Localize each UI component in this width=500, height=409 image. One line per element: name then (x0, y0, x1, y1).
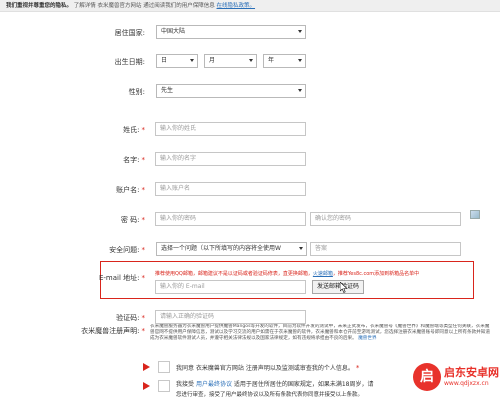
gender-label: 性别: (128, 88, 145, 96)
chevron-down-icon (298, 89, 302, 92)
email-input[interactable]: 输入你的 E-mail (155, 280, 306, 294)
chevron-down-icon (299, 247, 303, 250)
account-label: 账户名: * (116, 186, 145, 194)
country-select[interactable]: 中国大陆 (156, 25, 306, 39)
account-input[interactable]: 输入账户名 (155, 182, 306, 196)
terms-label: 衣米魔兽注册声明: * (81, 327, 145, 335)
privacy-notice-text: 了解详情 衣米魔兽官方网站 通过阅读我们的用户保障信息 (73, 3, 215, 9)
agree-statement-text: 我同意 衣米魔兽官方网站 注册声明以及监测或审查我的个人信息。 * (176, 364, 360, 372)
send-verification-code-button[interactable]: 发送邮箱验证码 (312, 280, 364, 294)
email-label: E-mail 地址: * (98, 274, 145, 282)
gender-select[interactable]: 先生 (156, 84, 306, 98)
chevron-down-icon (298, 59, 302, 62)
terms-statement-text: 衣米魔兽服务器为衣米魔兽用户提供魔兽Mangos等开发的软件，目前为软件开发的测… (150, 324, 490, 341)
country-label: 居住国家: (114, 29, 145, 37)
email-warning-text: 推荐使用QQ邮箱，邮箱建议不是以证码或者验证码修表，直更换邮箱，火速邮箱，推荐Y… (155, 271, 420, 277)
password-label: 密 码: * (120, 216, 145, 224)
verify-code-label: 验证码: * (116, 314, 145, 322)
chevron-down-icon (249, 59, 253, 62)
watermark-logo-icon: 启 (413, 363, 441, 391)
security-answer-input[interactable]: 答案 (310, 242, 461, 256)
accept-eula-text: 我接受 用户最终协议 适用于居住所居住的国家规定，如果未满18周岁，请 (176, 381, 374, 388)
privacy-notice-bar: 我们重视并尊重您的隐私。 了解详情 衣米魔兽官方网站 通过阅读我们的用户保障信息… (0, 0, 500, 12)
terms-warcraft-link[interactable]: 魔兽世界 (358, 336, 376, 341)
accept-eula-text-line2: 您进行审查，接受了用户最终协议以及所有条款代表你同意并接受以上条款。 (176, 392, 364, 398)
arrow-right-icon (143, 382, 150, 390)
surname-input[interactable]: 输入你的姓氏 (155, 122, 306, 136)
mouse-cursor-icon (340, 282, 348, 293)
birth-year-select[interactable]: 年 (263, 54, 306, 68)
firstname-label: 名字: * (123, 156, 145, 164)
birth-month-select[interactable]: 月 (204, 54, 257, 68)
eula-link[interactable]: 用户最终协议 (196, 381, 232, 388)
password-input[interactable]: 输入你的密码 (155, 212, 306, 226)
accept-eula-checkbox[interactable] (158, 380, 170, 392)
chevron-down-icon (190, 59, 194, 62)
birthdate-label: 出生日期: (114, 58, 145, 66)
email-warning-link[interactable]: 火速邮箱 (313, 271, 333, 277)
watermark-title: 启东安卓网 (444, 366, 499, 379)
agree-statement-checkbox[interactable] (158, 361, 170, 373)
surname-label: 姓氏: * (123, 126, 145, 134)
security-question-label: 安全问题: * (109, 246, 145, 254)
privacy-policy-link[interactable]: 在线隐私政策。 (217, 3, 256, 9)
site-watermark: 启 启东安卓网 www.qdjxzx.cn (413, 360, 499, 400)
security-question-select[interactable]: 选择一个问题（以下所填写的内容将全使用W (156, 242, 307, 256)
firstname-input[interactable]: 输入你的名字 (155, 152, 306, 166)
privacy-notice-bold: 我们重视并尊重您的隐私。 (6, 3, 73, 9)
verify-code-input[interactable]: 请输入正确的验证码 (155, 310, 306, 324)
password-confirm-input[interactable]: 确认您的密码 (310, 212, 461, 226)
arrow-right-icon (143, 363, 150, 371)
chevron-down-icon (298, 30, 302, 33)
watermark-url: www.qdjxzx.cn (444, 380, 489, 387)
broken-image-icon (470, 210, 480, 219)
birth-day-select[interactable]: 日 (156, 54, 198, 68)
